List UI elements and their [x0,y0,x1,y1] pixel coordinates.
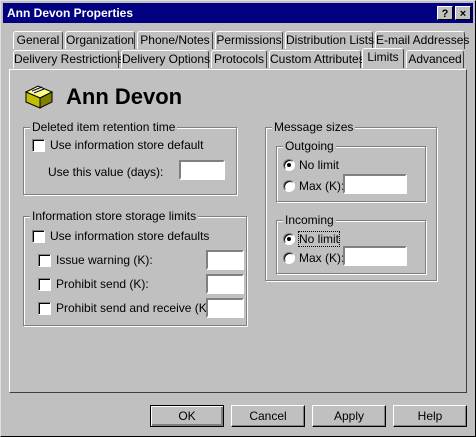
outgoing-max-radio[interactable] [283,180,295,192]
tab-general[interactable]: General [13,31,63,49]
incoming-max-radio[interactable] [283,252,295,264]
prohibit-send-receive-label: Prohibit send and receive (K): [56,301,215,315]
tab-custom-attributes[interactable]: Custom Attributes [269,50,365,68]
help-icon[interactable]: ? [437,6,453,20]
outgoing-no-limit-radio[interactable] [283,159,295,171]
tab-delivery-restrictions[interactable]: Delivery Restrictions [13,50,123,68]
group-title: Information store storage limits [30,209,199,223]
group-title: Outgoing [283,139,336,153]
limits-panel: Ann Devon Deleted item retention time Us… [9,69,467,393]
outgoing-group: Outgoing No limit Max (K): [276,139,426,202]
outgoing-max-label: Max (K): [299,179,345,193]
incoming-no-limit-radio[interactable] [283,233,295,245]
prohibit-send-label: Prohibit send (K): [56,277,149,291]
tab-phone-notes[interactable]: Phone/Notes [137,31,213,49]
prohibit-send-receive-input[interactable] [206,298,244,318]
use-store-defaults-checkbox[interactable] [32,230,45,243]
help-button[interactable]: Help [393,405,467,427]
mailbox-icon [24,84,54,113]
title-bar: Ann Devon Properties ? × [3,3,473,23]
outgoing-no-limit-label: No limit [299,158,340,172]
deleted-retention-group: Deleted item retention time Use informat… [23,120,237,195]
cancel-button[interactable]: Cancel [231,405,305,427]
group-title: Deleted item retention time [30,120,178,134]
prohibit-send-input[interactable] [206,274,244,294]
message-sizes-group: Message sizes Outgoing No limit Max (K):… [265,120,437,281]
close-icon[interactable]: × [455,6,471,20]
ok-button[interactable]: OK [150,405,224,427]
retention-value-label: Use this value (days): [48,165,164,179]
tab-delivery-options[interactable]: Delivery Options [121,50,210,68]
issue-warning-input[interactable] [206,250,244,270]
incoming-max-label: Max (K): [299,251,345,265]
prohibit-send-checkbox[interactable] [38,278,51,291]
use-store-defaults-label: Use information store defaults [50,229,210,243]
storage-limits-group: Information store storage limits Use inf… [23,209,247,326]
tab-organization[interactable]: Organization [65,31,135,49]
properties-dialog: Ann Devon Properties ? × General Organiz… [0,0,476,437]
use-default-label: Use information store default [50,138,204,152]
use-default-checkbox[interactable] [32,139,45,152]
tab-permissions[interactable]: Permissions [215,31,283,49]
tab-distribution-lists[interactable]: Distribution Lists [285,31,374,49]
mailbox-name: Ann Devon [66,84,183,109]
apply-button[interactable]: Apply [312,405,386,427]
tab-limits[interactable]: Limits [362,48,404,68]
prohibit-send-receive-checkbox[interactable] [38,302,51,315]
issue-warning-label: Issue warning (K): [56,253,153,267]
tab-email-addresses[interactable]: E-mail Addresses [375,31,469,49]
retention-days-input[interactable] [179,160,225,180]
tab-protocols[interactable]: Protocols [211,50,267,68]
incoming-max-input[interactable] [343,246,407,266]
window-title: Ann Devon Properties [7,6,134,20]
issue-warning-checkbox[interactable] [38,254,51,267]
outgoing-max-input[interactable] [343,174,407,194]
group-title: Message sizes [272,120,356,134]
incoming-group: Incoming No limit Max (K): [276,213,426,274]
tab-advanced[interactable]: Advanced [406,50,464,68]
group-title: Incoming [283,213,336,227]
incoming-no-limit-label: No limit [297,231,341,247]
